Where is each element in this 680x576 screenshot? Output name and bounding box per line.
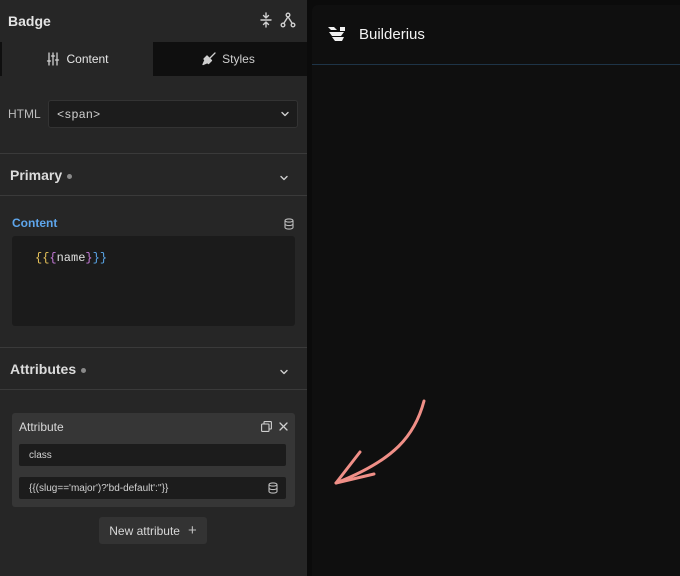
chevron-down-icon	[280, 109, 290, 119]
brush-icon	[202, 52, 216, 66]
divider	[0, 153, 307, 154]
attribute-card-title: Attribute	[19, 420, 64, 434]
chevron-down-icon	[279, 170, 289, 181]
database-icon[interactable]	[267, 482, 278, 494]
html-tag-row: HTML <span>	[0, 100, 307, 128]
modified-dot-icon	[67, 173, 73, 179]
modified-dot-icon	[81, 367, 87, 373]
divider	[0, 389, 307, 390]
section-attributes-header[interactable]: Attributes	[0, 349, 307, 389]
section-attributes-title: Attributes	[10, 361, 87, 377]
chevron-down-icon	[279, 364, 289, 375]
html-tag-value: <span>	[57, 108, 101, 122]
content-code-editor[interactable]: {{{name}}}	[12, 236, 295, 326]
panel-title: Badge	[8, 13, 51, 29]
content-code: {{{name}}}	[35, 251, 108, 265]
tab-styles-label: Styles	[222, 52, 255, 66]
attribute-value-input[interactable]: {{(slug=='major')?'bd-default':''}}	[19, 477, 286, 499]
preview-canvas: Builderius	[312, 5, 680, 576]
content-field-label: Content	[12, 216, 58, 230]
tab-content-label: Content	[66, 52, 109, 66]
builderius-logo-icon	[327, 25, 347, 43]
new-attribute-button[interactable]: New attribute +	[99, 517, 207, 544]
sliders-icon	[46, 52, 60, 66]
app-root: Badge Content Styles HTML <span> Primary…	[0, 0, 680, 576]
divider	[0, 195, 307, 196]
close-icon[interactable]	[278, 421, 289, 432]
attribute-card: Attribute class {{(slug=='major')?'bd-de…	[12, 413, 295, 507]
html-tag-select[interactable]: <span>	[48, 100, 298, 128]
panel-header: Badge	[0, 0, 307, 42]
properties-panel: Badge Content Styles HTML <span> Primary…	[0, 0, 307, 576]
canvas-header: Builderius	[312, 5, 680, 65]
divider	[0, 347, 307, 348]
tab-styles[interactable]: Styles	[153, 42, 304, 76]
section-primary-header[interactable]: Primary	[0, 155, 307, 195]
html-tag-label: HTML	[8, 107, 41, 121]
duplicate-icon[interactable]	[261, 421, 272, 432]
attribute-value-text: {{(slug=='major')?'bd-default':''}}	[29, 483, 169, 494]
attribute-name-input[interactable]: class	[19, 444, 286, 466]
collapse-all-icon[interactable]	[258, 12, 274, 28]
tree-structure-icon[interactable]	[280, 12, 296, 28]
database-icon[interactable]	[283, 218, 295, 230]
panel-tabs: Content Styles	[0, 42, 307, 76]
plus-icon: +	[187, 522, 197, 539]
new-attribute-label: New attribute	[109, 523, 180, 538]
section-primary-title: Primary	[10, 167, 73, 183]
brand-name: Builderius	[359, 26, 425, 43]
tab-content[interactable]: Content	[2, 42, 153, 76]
